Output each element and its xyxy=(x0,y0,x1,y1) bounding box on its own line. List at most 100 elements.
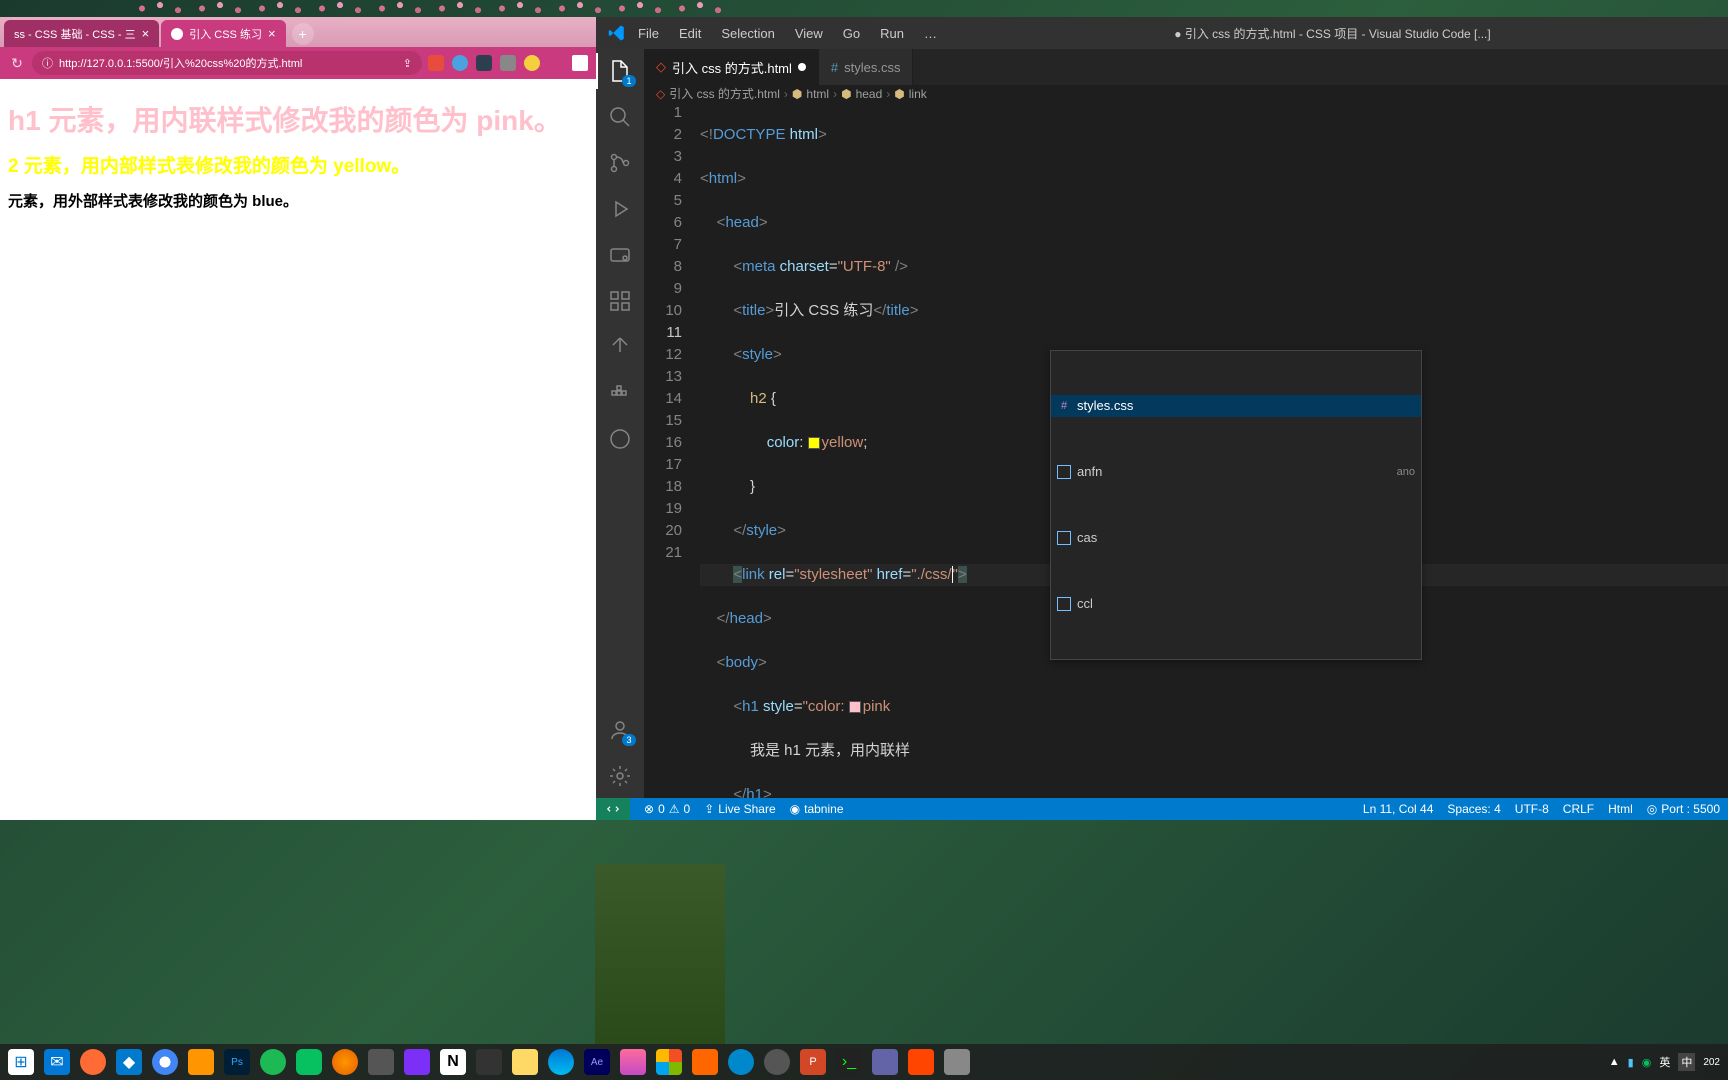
app-icon[interactable] xyxy=(260,1049,286,1075)
browser-tab-0[interactable]: ss - CSS 基础 - CSS - 三 × xyxy=(4,20,159,47)
edge-icon[interactable] xyxy=(548,1049,574,1075)
bc-html: html xyxy=(806,87,829,101)
tray-lang[interactable]: 英 xyxy=(1659,1054,1670,1070)
tray-icon[interactable]: ▲ xyxy=(1609,1056,1620,1068)
tabnine-icon[interactable] xyxy=(606,425,634,453)
code-content[interactable]: <!DOCTYPE html> <html> <head> <meta char… xyxy=(700,102,1728,798)
debug-icon[interactable] xyxy=(606,195,634,223)
ext-icon-4[interactable] xyxy=(500,55,516,71)
autocomplete-item[interactable]: anfn ano xyxy=(1051,461,1421,483)
page-h1: h1 元素，用内联样式修改我的颜色为 pink。 xyxy=(8,99,588,139)
tray-time[interactable]: 202 xyxy=(1703,1057,1720,1068)
autocomplete-item[interactable]: # styles.css xyxy=(1051,395,1421,417)
status-port[interactable]: ◎ Port : 5500 xyxy=(1647,802,1720,816)
vscode-titlebar: File Edit Selection View Go Run … ● 引入 c… xyxy=(596,17,1728,49)
terminal-icon[interactable]: ›_ xyxy=(836,1049,862,1075)
powerpoint-icon[interactable]: P xyxy=(800,1049,826,1075)
accounts-badge: 3 xyxy=(622,734,636,746)
activity-bar: 1 xyxy=(596,49,644,798)
status-eol[interactable]: CRLF xyxy=(1563,802,1594,816)
taskbar-area: ⊞ ✉ ◆ Ps N Ae P ›_ ▲ ▮ ◉ 英 中 202 xyxy=(0,864,1728,1080)
settings-icon[interactable] xyxy=(606,762,634,790)
explorer-icon[interactable]: 1 xyxy=(606,57,634,85)
tab-title: ss - CSS 基础 - CSS - 三 xyxy=(14,26,136,42)
photoshop-icon[interactable]: Ps xyxy=(224,1049,250,1075)
autocomplete-item[interactable]: ccl xyxy=(1051,593,1421,615)
browser-tab-1[interactable]: 引入 CSS 练习 × xyxy=(161,20,285,47)
search-icon[interactable] xyxy=(606,103,634,131)
app-icon[interactable] xyxy=(188,1049,214,1075)
system-tray: ▲ ▮ ◉ 英 中 202 xyxy=(1609,1053,1720,1071)
wechat-icon[interactable] xyxy=(296,1049,322,1075)
ext-icon-7[interactable] xyxy=(572,55,588,71)
menu-selection[interactable]: Selection xyxy=(713,22,782,45)
aftereffects-icon[interactable]: Ae xyxy=(584,1049,610,1075)
source-control-icon[interactable] xyxy=(606,149,634,177)
breadcrumb[interactable]: ◇ 引入 css 的方式.html › ⬢ html › ⬢ head › ⬢ … xyxy=(644,85,1728,102)
app-icon[interactable] xyxy=(872,1049,898,1075)
status-spaces[interactable]: Spaces: 4 xyxy=(1447,802,1500,816)
close-icon[interactable]: × xyxy=(268,26,276,41)
app-icon[interactable] xyxy=(80,1049,106,1075)
editor-tab-0[interactable]: ◇ 引入 css 的方式.html xyxy=(644,49,819,85)
autocomplete-item[interactable]: cas xyxy=(1051,527,1421,549)
ext-icon-1[interactable] xyxy=(428,55,444,71)
app-icon[interactable] xyxy=(620,1049,646,1075)
remote-icon[interactable] xyxy=(606,241,634,269)
menu-file[interactable]: File xyxy=(630,22,667,45)
menu-view[interactable]: View xyxy=(787,22,831,45)
status-errors[interactable]: ⊗ 0 ⚠ 0 xyxy=(644,802,690,816)
mail-icon[interactable]: ✉ xyxy=(44,1049,70,1075)
url-text: http://127.0.0.1:5500/引入%20css%20的方式.htm… xyxy=(59,55,302,71)
favicon-icon xyxy=(171,28,183,40)
tray-icon[interactable]: ▮ xyxy=(1628,1056,1634,1069)
share-icon[interactable] xyxy=(606,333,634,361)
app-icon[interactable] xyxy=(476,1049,502,1075)
ext-icon-3[interactable] xyxy=(476,55,492,71)
status-lang[interactable]: Html xyxy=(1608,802,1633,816)
status-cursor[interactable]: Ln 11, Col 44 xyxy=(1363,802,1434,816)
code-editor[interactable]: 123456789101112131415161718192021 <!DOCT… xyxy=(644,102,1728,798)
tab-label: styles.css xyxy=(844,60,900,75)
ext-icon-6[interactable] xyxy=(548,55,564,71)
status-liveshare[interactable]: ⇪ Live Share xyxy=(704,802,775,816)
broadcast-icon: ◎ xyxy=(1647,802,1657,816)
editor-tab-1[interactable]: # styles.css xyxy=(819,49,914,85)
telegram-icon[interactable] xyxy=(728,1049,754,1075)
microsoft-icon[interactable] xyxy=(656,1049,682,1075)
app-icon[interactable] xyxy=(908,1049,934,1075)
menu-edit[interactable]: Edit xyxy=(671,22,709,45)
url-bar[interactable]: ⓘ http://127.0.0.1:5500/引入%20css%20的方式.h… xyxy=(32,51,422,75)
app-icon[interactable] xyxy=(944,1049,970,1075)
status-encoding[interactable]: UTF-8 xyxy=(1515,802,1549,816)
ext-icon-2[interactable] xyxy=(452,55,468,71)
firefox-icon[interactable] xyxy=(332,1049,358,1075)
share-icon[interactable]: ⇪ xyxy=(403,57,412,70)
window-title: ● 引入 css 的方式.html - CSS 项目 - Visual Stud… xyxy=(949,25,1716,42)
chrome-icon[interactable] xyxy=(152,1049,178,1075)
css-file-icon: # xyxy=(1057,399,1071,413)
start-button[interactable]: ⊞ xyxy=(8,1049,34,1075)
tray-wechat-icon[interactable]: ◉ xyxy=(1642,1056,1652,1069)
remote-indicator[interactable] xyxy=(596,798,630,820)
docker-icon[interactable] xyxy=(606,379,634,407)
menu-go[interactable]: Go xyxy=(835,22,868,45)
menu-more[interactable]: … xyxy=(916,22,945,45)
status-tabnine[interactable]: ◉ tabnine xyxy=(790,802,844,816)
new-tab-button[interactable]: + xyxy=(292,23,314,45)
extensions-icon[interactable] xyxy=(606,287,634,315)
folder-icon[interactable] xyxy=(512,1049,538,1075)
reload-button[interactable]: ↻ xyxy=(8,54,26,72)
close-icon[interactable]: × xyxy=(142,26,150,41)
tray-ime[interactable]: 中 xyxy=(1678,1053,1695,1071)
app-icon[interactable] xyxy=(764,1049,790,1075)
toolbar-extensions xyxy=(428,55,588,71)
vscode-icon[interactable]: ◆ xyxy=(116,1049,142,1075)
menu-run[interactable]: Run xyxy=(872,22,912,45)
app-icon[interactable] xyxy=(692,1049,718,1075)
app-icon[interactable] xyxy=(404,1049,430,1075)
accounts-icon[interactable]: 3 xyxy=(606,716,634,744)
ext-icon-5[interactable] xyxy=(524,55,540,71)
app-icon[interactable] xyxy=(368,1049,394,1075)
notion-icon[interactable]: N xyxy=(440,1049,466,1075)
